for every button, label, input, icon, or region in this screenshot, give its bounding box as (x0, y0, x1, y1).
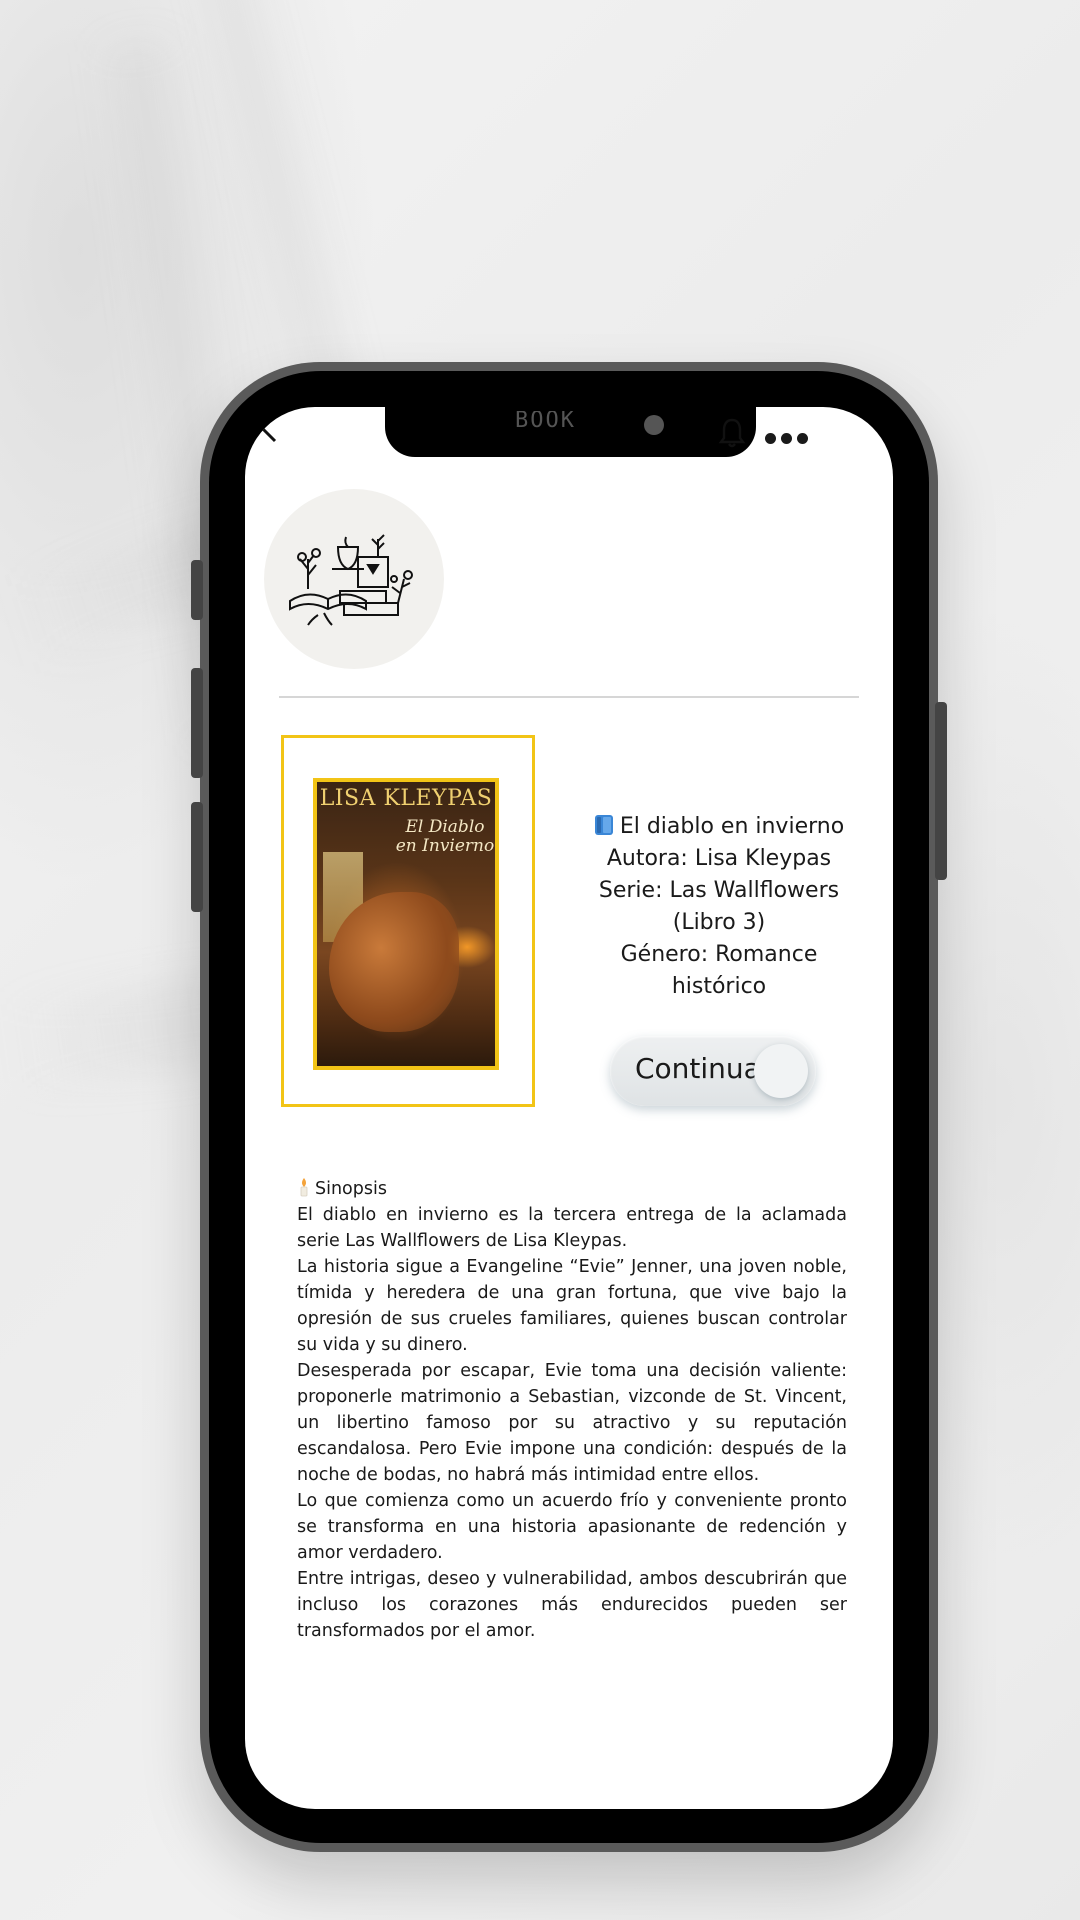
volume-up-button (191, 668, 203, 778)
synopsis-paragraph: El diablo en invierno es la tercera entr… (297, 1205, 847, 1251)
brand-logo (264, 489, 444, 669)
book-series: Serie: Las Wallflowers (598, 878, 840, 903)
mute-switch (191, 560, 203, 620)
candle-icon (300, 1178, 308, 1197)
notch-text: BOOK (515, 411, 576, 431)
book-genre: Género: Romance (620, 942, 818, 967)
synopsis-paragraph: Entre intrigas, deseo y vulnerabilidad, … (297, 1569, 847, 1641)
blue-book-icon (594, 815, 613, 835)
notch: BOOK (385, 407, 756, 457)
phone-screen: BOOK LISA KLEYPAS El Diablo en Invierno … (245, 407, 893, 1809)
book-author: Autora: Lisa Kleypas (606, 846, 832, 871)
volume-down-button (191, 802, 203, 912)
phone-mockup: BOOK LISA KLEYPAS El Diablo en Invierno … (191, 362, 947, 1852)
book-cover-image[interactable]: LISA KLEYPAS El Diablo en Invierno (313, 778, 499, 1070)
synopsis-section: Sinopsis El diablo en invierno es la ter… (297, 1176, 847, 1644)
bell-icon[interactable] (718, 417, 746, 449)
back-arrow-icon[interactable] (255, 421, 279, 445)
synopsis-heading: Sinopsis (297, 1176, 847, 1202)
continue-button[interactable]: Continuar (610, 1036, 816, 1106)
front-camera (644, 415, 664, 435)
continue-button-label: Continuar (635, 1052, 773, 1085)
synopsis-heading-text: Sinopsis (315, 1179, 387, 1199)
books-and-teacup-logo-icon (289, 534, 413, 626)
header-divider (279, 696, 859, 698)
cover-title-text: El Diablo en Invierno (395, 817, 495, 856)
book-details: El diablo en invierno Autora: Lisa Kleyp… (575, 811, 863, 1003)
synopsis-paragraph: La historia sigue a Evangeline “Evie” Je… (297, 1257, 847, 1355)
synopsis-paragraph: Desesperada por escapar, Evie toma una d… (297, 1361, 847, 1485)
cover-author-text: LISA KLEYPAS (319, 786, 493, 811)
book-title-line: El diablo en invierno (575, 811, 863, 843)
book-series-number: (Libro 3) (672, 910, 766, 935)
book-genre-continued: histórico (671, 974, 767, 999)
synopsis-paragraph: Lo que comienza como un acuerdo frío y c… (297, 1491, 847, 1563)
power-button (935, 702, 947, 880)
more-options-icon[interactable] (765, 429, 817, 444)
book-title: El diablo en invierno (619, 814, 845, 839)
continue-toggle-knob (754, 1044, 808, 1098)
